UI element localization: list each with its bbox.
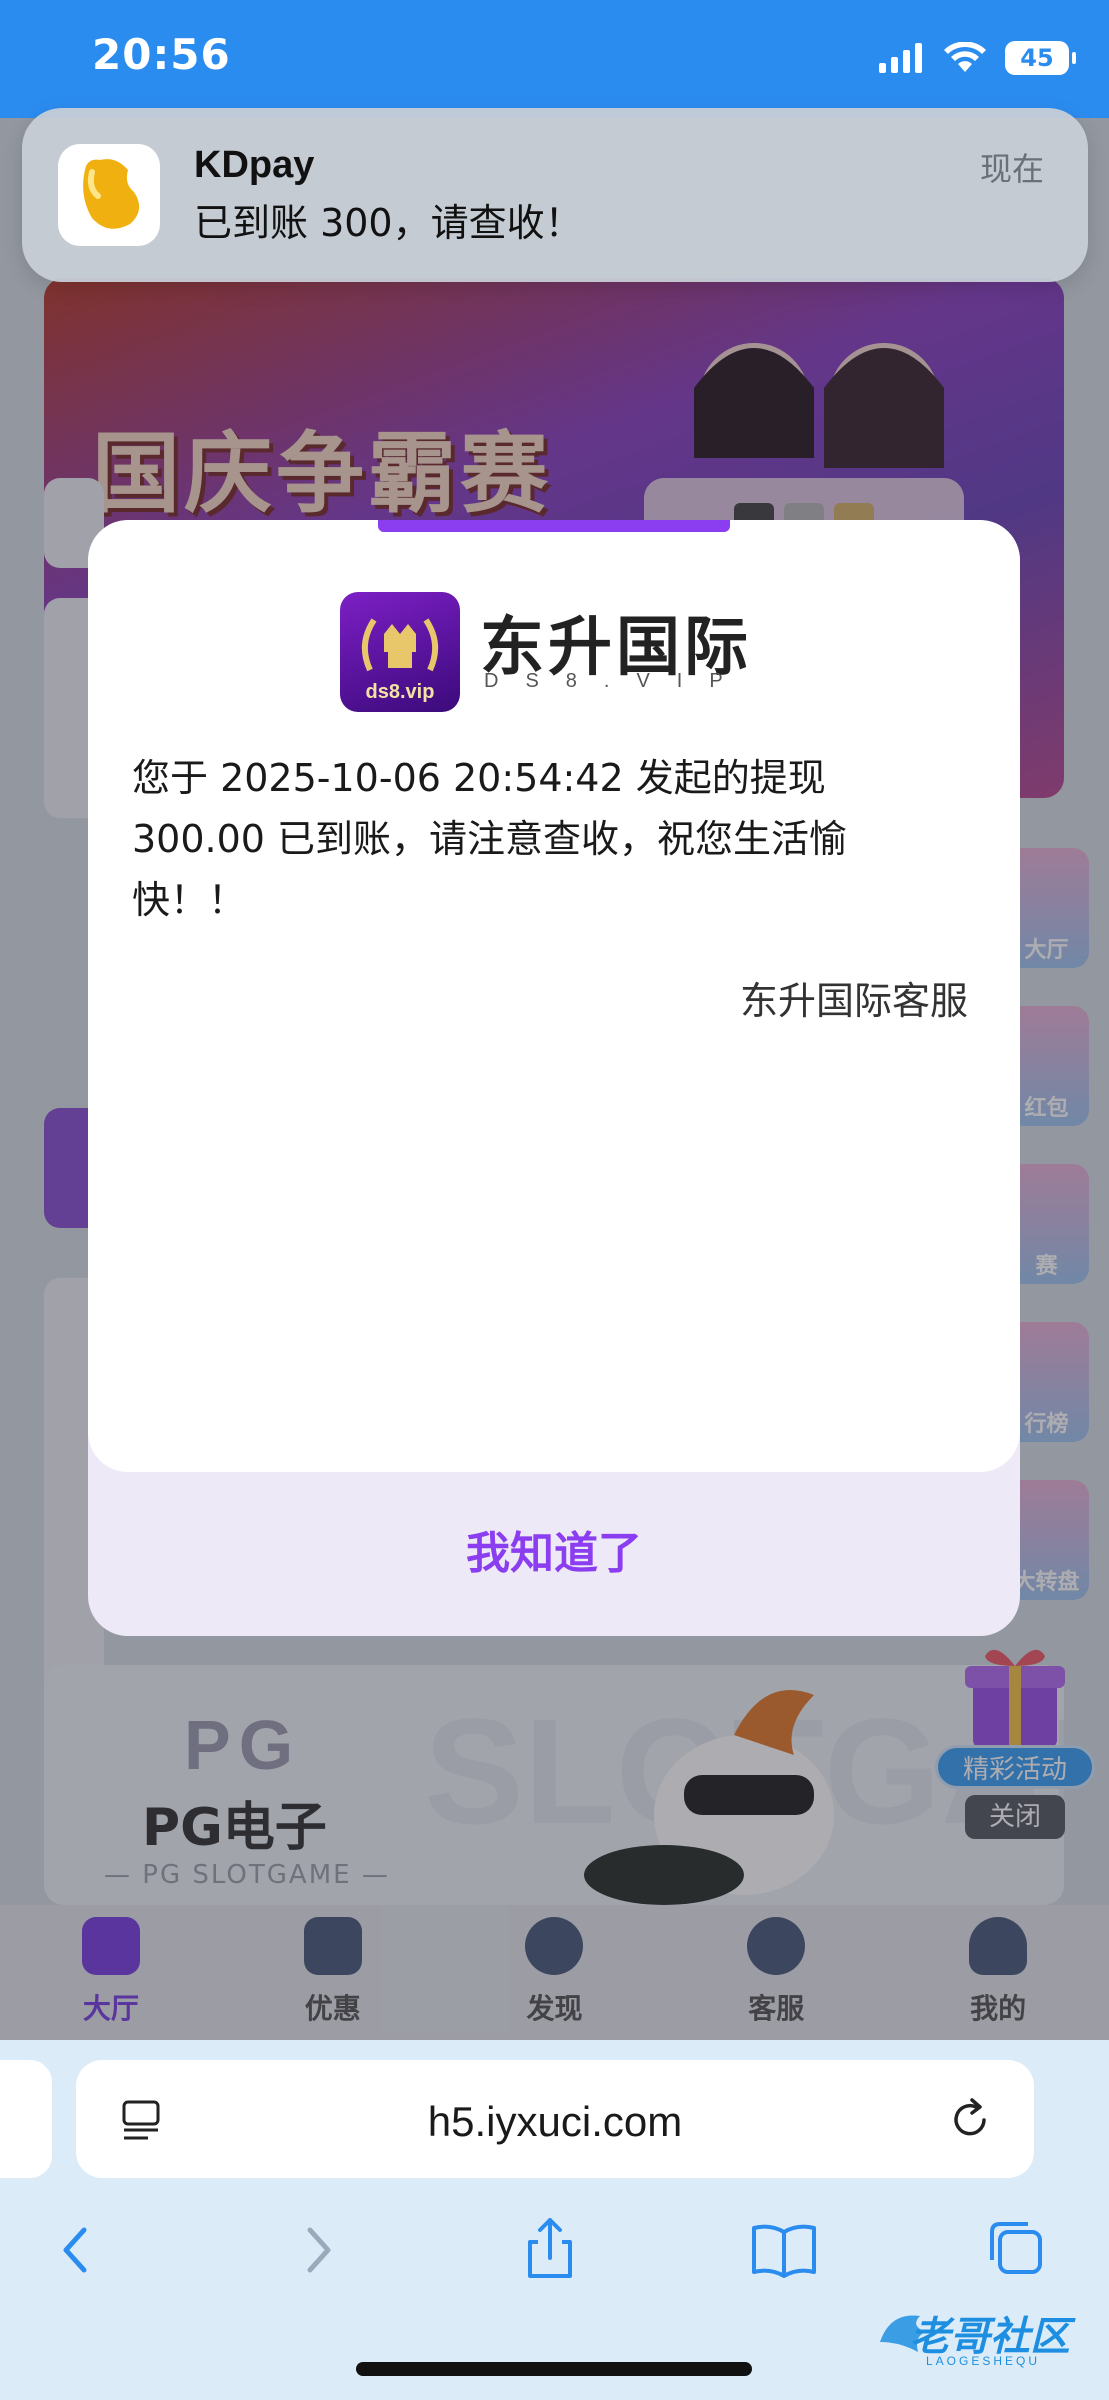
url-text: h5.iyxuci.com — [427, 2098, 683, 2145]
battery-indicator: 45 — [1005, 41, 1076, 75]
tabs-icon[interactable] — [978, 2210, 1058, 2290]
acknowledge-button[interactable]: 我知道了 — [88, 1472, 1020, 1636]
back-icon[interactable] — [38, 2210, 118, 2290]
brand-logo: ds8.vip — [340, 592, 460, 712]
status-icons: 45 — [879, 38, 1076, 78]
status-bar: 20:56 45 — [0, 0, 1109, 118]
bookmarks-icon[interactable] — [744, 2210, 824, 2290]
notification-time: 现在 — [979, 150, 1044, 188]
watermark-logo: 老哥社区 LAOGESHEQU — [870, 2302, 1100, 2378]
home-indicator[interactable] — [356, 2362, 752, 2376]
reload-icon[interactable] — [946, 2096, 994, 2144]
dialog-signature: 东升国际客服 — [739, 979, 968, 1023]
kdpay-app-icon — [58, 144, 160, 246]
dialog-message: 您于 2025-10-06 20:54:42 发起的提现 300.00 已到账，… — [132, 756, 848, 922]
watermark-subtext: LAOGESHEQU — [926, 2354, 1041, 2368]
previous-tab-preview[interactable] — [0, 2060, 52, 2178]
notification-app-name: KDpay — [194, 144, 315, 186]
brand-logo-text: ds8.vip — [365, 681, 435, 703]
browser-toolbar: h5.iyxuci.com 老哥社区 LAOGESHEQU — [0, 2040, 1109, 2400]
status-time: 20:56 — [92, 30, 231, 79]
brand-domain: DS8.VIP — [484, 670, 750, 692]
signal-icon — [879, 43, 922, 73]
browser-nav-row — [0, 2210, 1109, 2310]
wifi-icon — [944, 42, 986, 72]
dialog-body: ds8.vip 东升国际 DS8.VIP 您于 2025-10-06 20:54… — [88, 520, 1020, 1472]
notification-message: 已到账 300，请查收！ — [194, 201, 583, 245]
withdrawal-success-dialog: ds8.vip 东升国际 DS8.VIP 您于 2025-10-06 20:54… — [88, 520, 1020, 1636]
push-notification[interactable]: KDpay 已到账 300，请查收！ 现在 — [22, 108, 1088, 282]
address-bar[interactable]: h5.iyxuci.com — [76, 2060, 1034, 2178]
dialog-accent-bar — [378, 520, 730, 532]
forward-icon[interactable] — [276, 2210, 356, 2290]
share-icon[interactable] — [510, 2210, 590, 2290]
